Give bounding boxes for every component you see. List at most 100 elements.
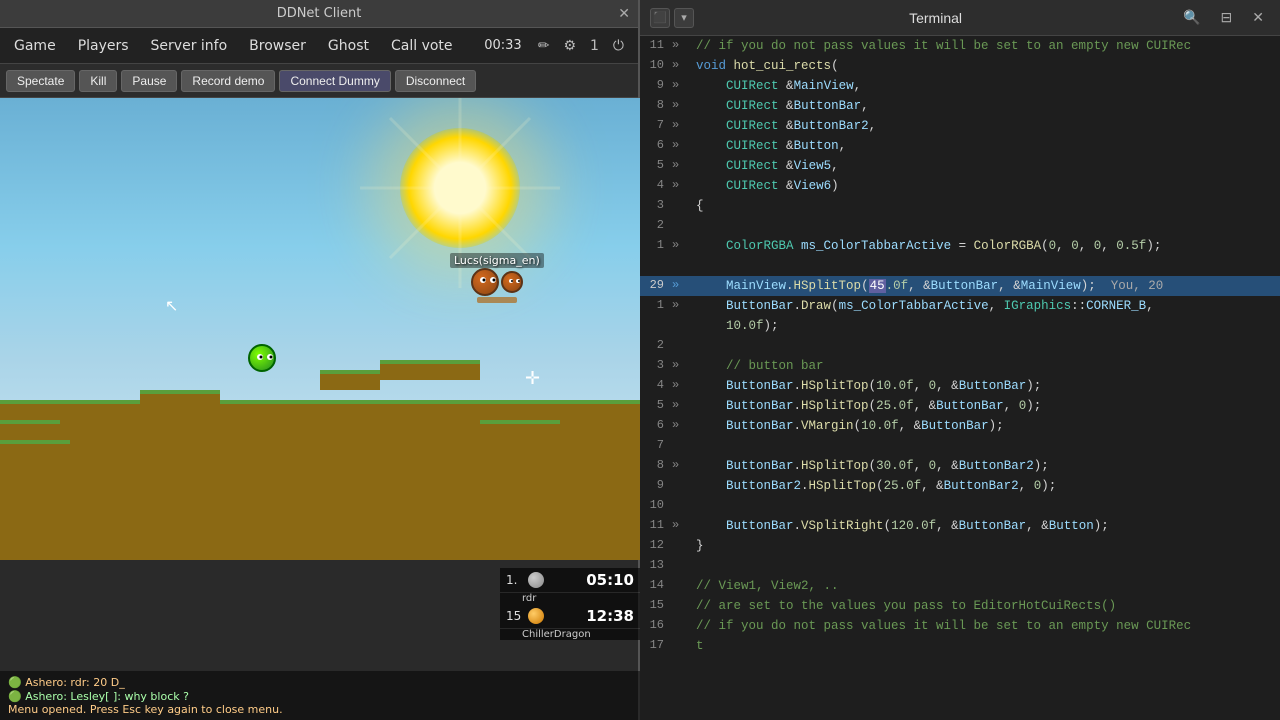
- code-line-11: 11 » // if you do not pass values it wil…: [640, 36, 1280, 56]
- score-rank-1: 1.: [506, 573, 522, 587]
- plat-small-8: [480, 420, 560, 440]
- menu-item-ghost[interactable]: Ghost: [318, 34, 379, 58]
- connect-dummy-button[interactable]: Connect Dummy: [279, 70, 390, 92]
- player-count-icon: 1: [586, 36, 603, 56]
- player-green-body: [248, 344, 276, 372]
- player-lucs-face: [473, 268, 497, 296]
- chat-msg-2: 🟢 Ashero: Lesley[ ]: why block ?: [8, 690, 632, 703]
- terminal-close-btn[interactable]: ✕: [1246, 7, 1270, 28]
- ddnet-title-bar: DDNet Client ✕: [0, 0, 638, 28]
- menu-icons: 00:33 ✏ ⚙ 1 ⏻: [478, 36, 634, 56]
- code-line-10b: 10: [640, 496, 1280, 516]
- plat-small-2: [0, 400, 50, 420]
- game-canvas: Lucs(sigma_en): [0, 98, 640, 720]
- terminal-title-bar: ⬛ ▾ Terminal 🔍 ⊟ ✕: [640, 0, 1280, 36]
- action-bar: Spectate Kill Pause Record demo Connect …: [0, 64, 638, 98]
- score-icon-1: [528, 572, 544, 588]
- disconnect-button[interactable]: Disconnect: [395, 70, 476, 92]
- player-green: [248, 344, 276, 372]
- plat-small-3: [0, 420, 60, 440]
- code-line-11b: 11 » ButtonBar.VSplitRight(120.0f, &Butt…: [640, 516, 1280, 536]
- code-line-13: 13: [640, 556, 1280, 576]
- code-line-cont: 10.0f);: [640, 316, 1280, 336]
- code-line-16: 16 // if you do not pass values it will …: [640, 616, 1280, 636]
- code-line-3b: 3 » // button bar: [640, 356, 1280, 376]
- score-rank-2: 15: [506, 609, 522, 623]
- player-lucs-body: [471, 268, 499, 296]
- code-line-8b: 8 » ButtonBar.HSplitTop(30.0f, 0, &Butto…: [640, 456, 1280, 476]
- ddnet-title: DDNet Client: [277, 6, 362, 21]
- game-timer: 00:33: [478, 38, 527, 53]
- terminal-search-btn[interactable]: 🔍: [1177, 7, 1206, 28]
- code-line-2: 2: [640, 216, 1280, 236]
- code-line-1: 1 » ColorRGBA ms_ColorTabbarActive = Col…: [640, 236, 1280, 256]
- ddnet-menu-bar: Game Players Server info Browser Ghost C…: [0, 28, 638, 64]
- plat-small-7: [380, 360, 480, 380]
- info-bar: 🟢 Ashero: rdr: 20 D_ 🟢 Ashero: Lesley[ ]…: [0, 671, 640, 720]
- terminal-title: Terminal: [702, 10, 1169, 26]
- code-line-15: 15 // are set to the values you pass to …: [640, 596, 1280, 616]
- code-line-1b: 1 » ButtonBar.Draw(ms_ColorTabbarActive,…: [640, 296, 1280, 316]
- code-line-14: 14 // View1, View2, ..: [640, 576, 1280, 596]
- code-line-10: 10 » void hot_cui_rects(: [640, 56, 1280, 76]
- player-green-face: [250, 344, 274, 372]
- code-line-7: 7 » CUIRect &ButtonBar2,: [640, 116, 1280, 136]
- terminal-panel: ⬛ ▾ Terminal 🔍 ⊟ ✕ 11 » // if you do not…: [640, 0, 1280, 720]
- chat-msg-1: 🟢 Ashero: rdr: 20 D_: [8, 675, 632, 690]
- game-cursor: ↖: [165, 296, 178, 315]
- kill-button[interactable]: Kill: [79, 70, 117, 92]
- plat-small-5: [220, 400, 320, 420]
- record-demo-button[interactable]: Record demo: [181, 70, 275, 92]
- score-name-2: ChillerDragon: [500, 629, 640, 640]
- player-lucs-body2: [501, 271, 523, 293]
- code-line-empty1: [640, 256, 1280, 276]
- score-panel: 1. 05:10 rdr 15 12:38 ChillerDragon: [500, 568, 640, 640]
- menu-item-browser[interactable]: Browser: [239, 34, 316, 58]
- menu-item-call-vote[interactable]: Call vote: [381, 34, 463, 58]
- code-line-17: 17 t: [640, 636, 1280, 656]
- code-line-2b: 2: [640, 336, 1280, 356]
- score-row-2: 15 12:38: [500, 604, 640, 629]
- code-line-6: 6 » CUIRect &Button,: [640, 136, 1280, 156]
- code-line-9b: 9 ButtonBar2.HSplitTop(25.0f, &ButtonBar…: [640, 476, 1280, 496]
- code-line-3: 3 {: [640, 196, 1280, 216]
- plat-small-6: [320, 370, 380, 390]
- ddnet-panel: DDNet Client ✕ Game Players Server info …: [0, 0, 640, 720]
- edit-icon[interactable]: ✏: [534, 36, 554, 56]
- terminal-tab-icon[interactable]: ⬛: [650, 8, 670, 28]
- code-line-8: 8 » CUIRect &ButtonBar,: [640, 96, 1280, 116]
- score-time-1: 05:10: [586, 571, 634, 589]
- code-line-5: 5 » CUIRect &View5,: [640, 156, 1280, 176]
- sys-msg: Menu opened. Press Esc key again to clos…: [8, 703, 632, 716]
- code-line-12: 12 }: [640, 536, 1280, 556]
- settings-icon[interactable]: ⚙: [559, 36, 580, 56]
- score-icon-2: [528, 608, 544, 624]
- code-line-29: 29 » MainView.HSplitTop(45.0f, &ButtonBa…: [640, 276, 1280, 296]
- player-lucs-name: Lucs(sigma_en): [450, 253, 544, 268]
- score-time-2: 12:38: [586, 607, 634, 625]
- code-line-4b: 4 » ButtonBar.HSplitTop(10.0f, 0, &Butto…: [640, 376, 1280, 396]
- terminal-tab-arrow[interactable]: ▾: [674, 8, 694, 28]
- score-name-1: rdr: [500, 593, 640, 604]
- power-icon[interactable]: ⏻: [609, 36, 628, 56]
- code-line-6b: 6 » ButtonBar.VMargin(10.0f, &ButtonBar)…: [640, 416, 1280, 436]
- pause-button[interactable]: Pause: [121, 70, 177, 92]
- code-editor: 11 » // if you do not pass values it wil…: [640, 36, 1280, 656]
- menu-item-server-info[interactable]: Server info: [141, 34, 238, 58]
- sun-container: [400, 128, 520, 248]
- menu-item-game[interactable]: Game: [4, 34, 66, 58]
- spectate-button[interactable]: Spectate: [6, 70, 75, 92]
- code-line-7b: 7: [640, 436, 1280, 456]
- plat-small-1: [0, 440, 70, 460]
- terminal-tab-bar: ⬛ ▾: [650, 8, 694, 28]
- code-line-4: 4 » CUIRect &View6): [640, 176, 1280, 196]
- ddnet-close-btn[interactable]: ✕: [618, 6, 630, 22]
- player-lucs-face2: [503, 271, 521, 293]
- menu-item-players[interactable]: Players: [68, 34, 139, 58]
- code-line-9: 9 » CUIRect &MainView,: [640, 76, 1280, 96]
- crosshair-cursor: ✛: [525, 368, 540, 389]
- code-line-5b: 5 » ButtonBar.HSplitTop(25.0f, &ButtonBa…: [640, 396, 1280, 416]
- score-row-1: 1. 05:10: [500, 568, 640, 593]
- player-lucs: Lucs(sigma_en): [450, 253, 544, 303]
- terminal-split-btn[interactable]: ⊟: [1215, 7, 1239, 28]
